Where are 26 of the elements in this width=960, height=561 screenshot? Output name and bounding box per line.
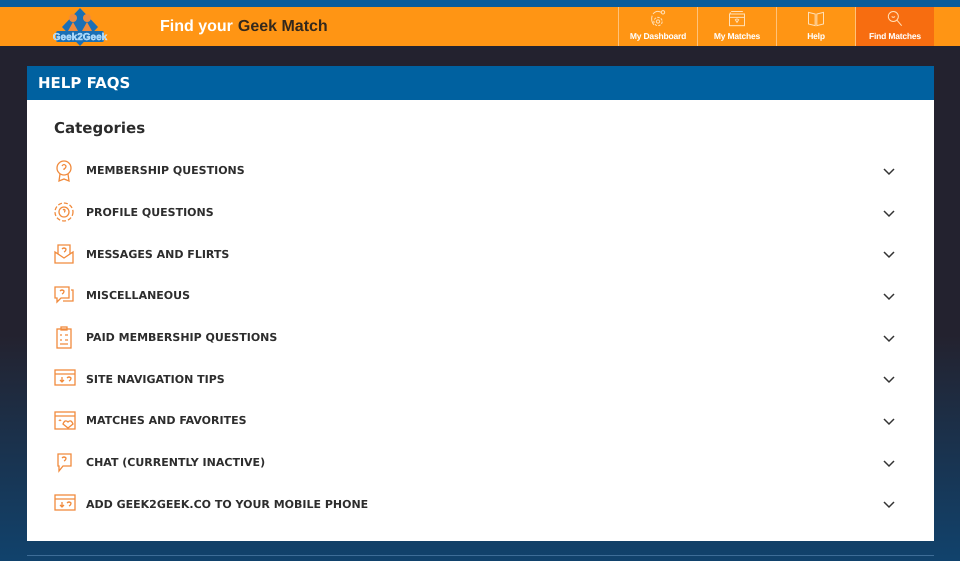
panel-title: HELP FAQS (27, 66, 934, 100)
tagline-highlight: Geek Match (238, 18, 328, 36)
category-link[interactable]: PROFILE QUESTIONS (86, 206, 882, 220)
categories-heading: Categories (54, 118, 146, 138)
category-link[interactable]: MISCELLANEOUS (86, 289, 882, 302)
box-icon (727, 9, 747, 29)
chevron-icon[interactable] (882, 332, 896, 343)
tagline-lead: Find your (160, 18, 233, 36)
category-link[interactable]: MESSAGES AND FLIRTS (86, 248, 882, 261)
category-link[interactable]: MATCHES AND FAVORITES (86, 414, 882, 428)
chevron-icon[interactable] (882, 208, 896, 218)
category-link[interactable]: CHAT (CURRENTLY INACTIVE) (86, 456, 882, 470)
book-icon (806, 9, 826, 29)
chevron-icon[interactable] (882, 166, 896, 176)
chevron-icon[interactable] (882, 249, 896, 260)
category-link[interactable]: MEMBERSHIP QUESTIONS (86, 164, 882, 178)
search-icon (885, 9, 905, 29)
chevron-icon[interactable] (882, 290, 896, 301)
category-link[interactable]: PAID MEMBERSHIP QUESTIONS (86, 331, 882, 344)
dashboard-icon (648, 9, 668, 29)
chevron-icon[interactable] (882, 416, 896, 426)
chevron-icon[interactable] (882, 499, 896, 510)
category-link[interactable]: SITE NAVIGATION TIPS (86, 372, 882, 386)
chevron-icon[interactable] (882, 374, 896, 384)
category-link[interactable]: ADD GEEK2GEEK.CO TO YOUR MOBILE PHONE (86, 498, 882, 511)
chevron-icon[interactable] (882, 458, 896, 468)
